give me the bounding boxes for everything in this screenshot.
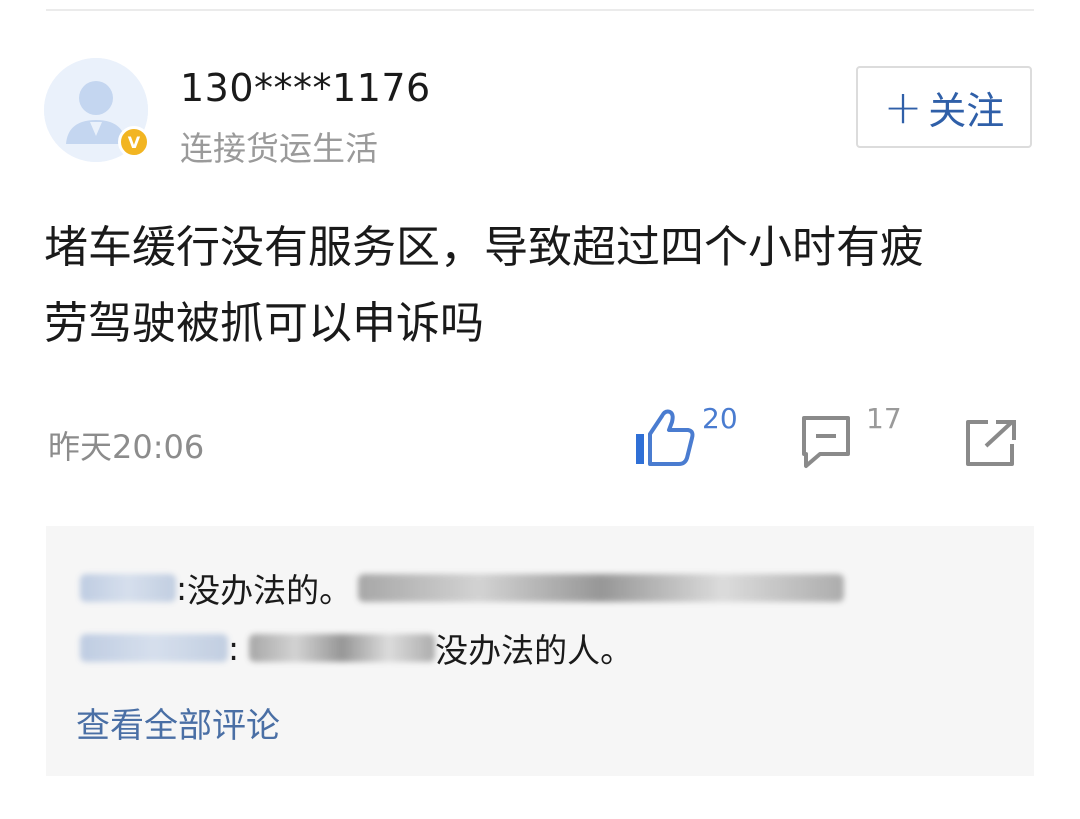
like-button[interactable] (634, 406, 702, 468)
post-card: V 130****1176 连接货运生活 + 关注 堵车缓行没有服务区，导致超过… (0, 0, 1080, 819)
comment-separator: : (228, 628, 240, 668)
thumbs-up-icon (636, 409, 695, 466)
post-timestamp: 昨天20:06 (48, 428, 205, 466)
blurred-username (80, 634, 228, 662)
follow-label: 关注 (928, 88, 1005, 133)
comment-text: 没办法的。 (187, 571, 353, 610)
comment-preview-item[interactable]: : 没办法的人。 (80, 626, 633, 670)
blurred-comment-text (358, 574, 845, 602)
verified-badge-icon: V (118, 126, 150, 158)
post-text-line: 劳驾驶被抓可以申诉吗 (44, 298, 484, 349)
top-divider (46, 9, 1034, 11)
like-count: 20 (702, 402, 738, 435)
plus-icon: + (883, 80, 923, 134)
comments-preview: : 没办法的。 : 没办法的人。 查看全部评论 (46, 526, 1034, 776)
comment-count: 17 (866, 402, 902, 435)
comment-text: 没办法的人。 (435, 631, 634, 670)
view-all-comments-link[interactable]: 查看全部评论 (76, 698, 280, 747)
comment-icon (802, 416, 850, 468)
comment-button[interactable] (800, 414, 852, 470)
comment-preview-item[interactable]: : 没办法的。 (80, 566, 845, 610)
share-button[interactable] (964, 418, 1018, 468)
author-name[interactable]: 130****1176 (180, 66, 431, 110)
post-text-line: 堵车缓行没有服务区，导致超过四个小时有疲 (44, 222, 924, 273)
blurred-comment-text (249, 634, 436, 662)
post-content: 堵车缓行没有服务区，导致超过四个小时有疲 劳驾驶被抓可以申诉吗 (44, 210, 1044, 362)
follow-button[interactable]: + 关注 (856, 66, 1032, 148)
share-icon (966, 420, 1016, 466)
comment-separator: : (176, 568, 188, 608)
blurred-username (80, 574, 176, 602)
author-tagline: 连接货运生活 (180, 129, 378, 168)
